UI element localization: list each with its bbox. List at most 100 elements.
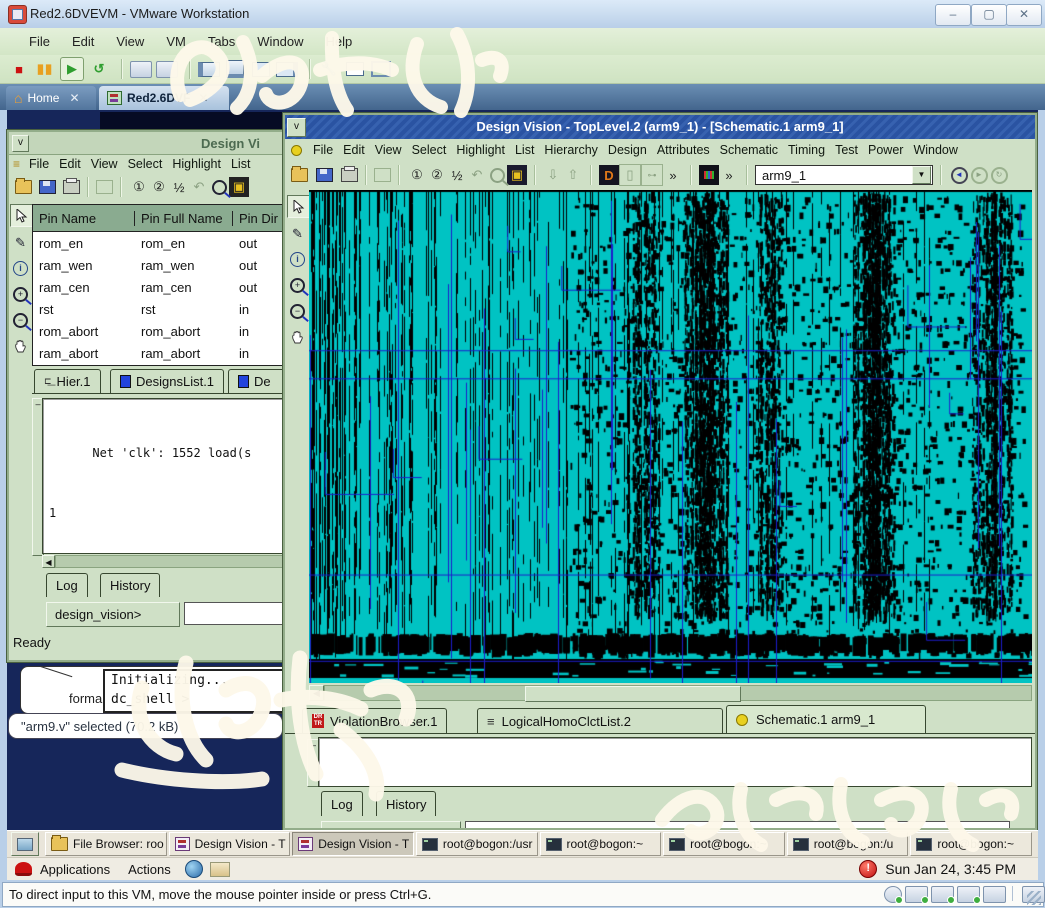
show-library-icon[interactable] [198, 58, 220, 80]
dropdown-arrow-icon[interactable]: ▼ [912, 166, 931, 184]
bg-window-menu-button[interactable]: v [12, 135, 29, 152]
tab-home-close-icon[interactable]: ✕ [69, 91, 79, 105]
zoom-half-icon[interactable]: ½ [169, 177, 189, 197]
fg-menu-window[interactable]: Window [908, 141, 962, 159]
tab-designslist1[interactable]: DesignsList.1 [110, 369, 224, 393]
resize-grip[interactable] [1027, 891, 1041, 905]
tab-vm-red26dvevm[interactable]: Red2.6DVF ✕ [99, 86, 229, 110]
dc-shell-console[interactable]: Initializing... dc_shell > [103, 669, 291, 713]
tab-logical-homo-clct-list[interactable]: ≡ LogicalHomoClctList.2 [477, 708, 723, 733]
flipflop-icon[interactable]: D [599, 165, 619, 185]
power-off-icon[interactable]: ■ [8, 58, 30, 80]
bg-menu-file[interactable]: File [24, 155, 54, 173]
zoom-1x-icon[interactable]: ① [407, 165, 427, 185]
reset-icon[interactable]: ↺ [88, 58, 110, 80]
minimize-button[interactable]: – [935, 4, 971, 26]
push-down-icon[interactable]: ⇩ [543, 165, 563, 185]
tab-vm-close-icon[interactable]: ✕ [198, 91, 208, 105]
tab-home[interactable]: ⌂ Home ✕ [6, 86, 96, 110]
revert-icon[interactable] [156, 58, 178, 80]
update-alert-icon[interactable]: ! [859, 860, 877, 878]
tab-schematic1-active[interactable]: Schematic.1 arm9_1 [726, 705, 926, 733]
fg-window-titlebar[interactable]: v Design Vision - TopLevel.2 (arm9_1) - … [285, 115, 1035, 139]
zoom-out-tool-icon[interactable]: − [10, 310, 31, 331]
back-nav-icon[interactable]: ◄ [949, 165, 969, 185]
fg-menu-timing[interactable]: Timing [783, 141, 830, 159]
save-icon[interactable] [316, 168, 333, 182]
taskbar-terminal-home2[interactable]: root@bogon:~ [663, 832, 785, 856]
bg-prompt-button[interactable]: design_vision> [46, 602, 180, 627]
console-view-icon[interactable] [250, 58, 272, 80]
email-icon[interactable] [210, 862, 230, 877]
pin-row-rst[interactable]: rst rst in [33, 298, 289, 320]
bg-menu-view[interactable]: View [86, 155, 123, 173]
taskbar-terminal-u[interactable]: root@bogon:/u [787, 832, 909, 856]
bg-log-view[interactable]: Net 'clk': 1552 load(s 1 Current design … [42, 398, 288, 554]
redhat-menu-icon[interactable] [15, 862, 32, 876]
maximize-button[interactable]: ▢ [971, 4, 1007, 26]
tab-log[interactable]: Log [321, 791, 363, 816]
design-selector-combobox[interactable]: arm9_1 ▼ [755, 165, 933, 185]
network-icon[interactable] [931, 886, 954, 903]
fg-menu-test[interactable]: Test [830, 141, 863, 159]
taskbar-design-vision-2-active[interactable]: Design Vision - T [292, 832, 414, 856]
schematic-canvas[interactable] [309, 190, 1032, 683]
zoom-fit-icon[interactable]: ▣ [229, 177, 249, 197]
zoom-sel-icon[interactable] [487, 165, 507, 185]
select-tool-icon[interactable] [287, 195, 310, 218]
scroll-thumb[interactable] [525, 686, 741, 702]
bg-log-hscrollbar[interactable]: ◀ [42, 555, 288, 568]
show-desktop-icon[interactable] [11, 832, 39, 856]
fg-menu-design[interactable]: Design [603, 141, 652, 159]
select-tool-icon[interactable] [10, 204, 33, 227]
tab-log[interactable]: Log [46, 573, 88, 597]
menu-help[interactable]: Help [315, 32, 364, 51]
scroll-left-icon[interactable]: ◀ [309, 685, 324, 701]
fg-menu-list[interactable]: List [510, 141, 539, 159]
applications-menu[interactable]: Applications [40, 862, 110, 877]
schematic-hscrollbar[interactable]: ◀ [309, 685, 1032, 701]
open-icon[interactable] [15, 180, 32, 194]
fg-menu-edit[interactable]: Edit [338, 141, 370, 159]
bg-command-input[interactable] [184, 602, 286, 625]
cell-icon[interactable]: ▯ [619, 164, 641, 186]
scroll-left-icon[interactable]: ◀ [42, 555, 55, 568]
fg-menu-schematic[interactable]: Schematic [715, 141, 783, 159]
panel-clock[interactable]: Sun Jan 24, 3:45 PM [885, 861, 1016, 877]
bg-menu-select[interactable]: Select [123, 155, 168, 173]
zoom-2x-icon[interactable]: ② [149, 177, 169, 197]
bg-menu-list[interactable]: List [226, 155, 255, 173]
bg-menu-edit[interactable]: Edit [54, 155, 86, 173]
menu-vm[interactable]: VM [155, 32, 197, 51]
taskbar-terminal-usr[interactable]: root@bogon:/usr [416, 832, 538, 856]
new-form-icon[interactable] [374, 168, 391, 182]
vmware-titlebar[interactable]: Red2.6DVEVM - VMware Workstation – ▢ ✕ [0, 0, 1045, 29]
fg-menu-highlight[interactable]: Highlight [451, 141, 510, 159]
pin-row-rom_abort[interactable]: rom_abort rom_abort in [33, 320, 289, 342]
zoom-undo-icon[interactable]: ↶ [467, 165, 487, 185]
menu-view[interactable]: View [105, 32, 155, 51]
cdrom-icon[interactable] [884, 886, 902, 903]
draw-tool-icon[interactable]: ✎ [287, 223, 308, 244]
menu-edit[interactable]: Edit [61, 32, 105, 51]
print-icon[interactable] [63, 180, 80, 194]
web-browser-icon[interactable] [185, 860, 203, 878]
taskbar-design-vision-1[interactable]: Design Vision - T [169, 832, 291, 856]
print-icon[interactable] [341, 168, 358, 182]
zoom-in-tool-icon[interactable]: + [287, 275, 308, 296]
bg-window-titlebar[interactable]: v Design Vi [9, 132, 288, 155]
waveform-icon[interactable] [699, 165, 719, 185]
zoom-sel-icon[interactable] [209, 177, 229, 197]
toolbar-overflow2-icon[interactable]: » [719, 165, 739, 185]
fg-prompt-button[interactable]: design_vision> [321, 821, 461, 830]
zoom-undo-icon[interactable]: ↶ [189, 177, 209, 197]
info-tool-icon[interactable]: i [287, 249, 308, 270]
tab-history[interactable]: History [100, 573, 160, 597]
menu-tabs[interactable]: Tabs [197, 32, 246, 51]
pin-row-ram_wen[interactable]: ram_wen ram_wen out [33, 254, 289, 276]
actions-menu[interactable]: Actions [128, 862, 171, 877]
fg-log-view[interactable]: Current design is 'arm9_1'. design_visio… [318, 737, 1032, 787]
pin-row-ram_cen[interactable]: ram_cen ram_cen out [33, 276, 289, 298]
pin-table-header-dir[interactable]: Pin Dir [233, 211, 289, 226]
info-tool-icon[interactable]: i [10, 258, 31, 279]
